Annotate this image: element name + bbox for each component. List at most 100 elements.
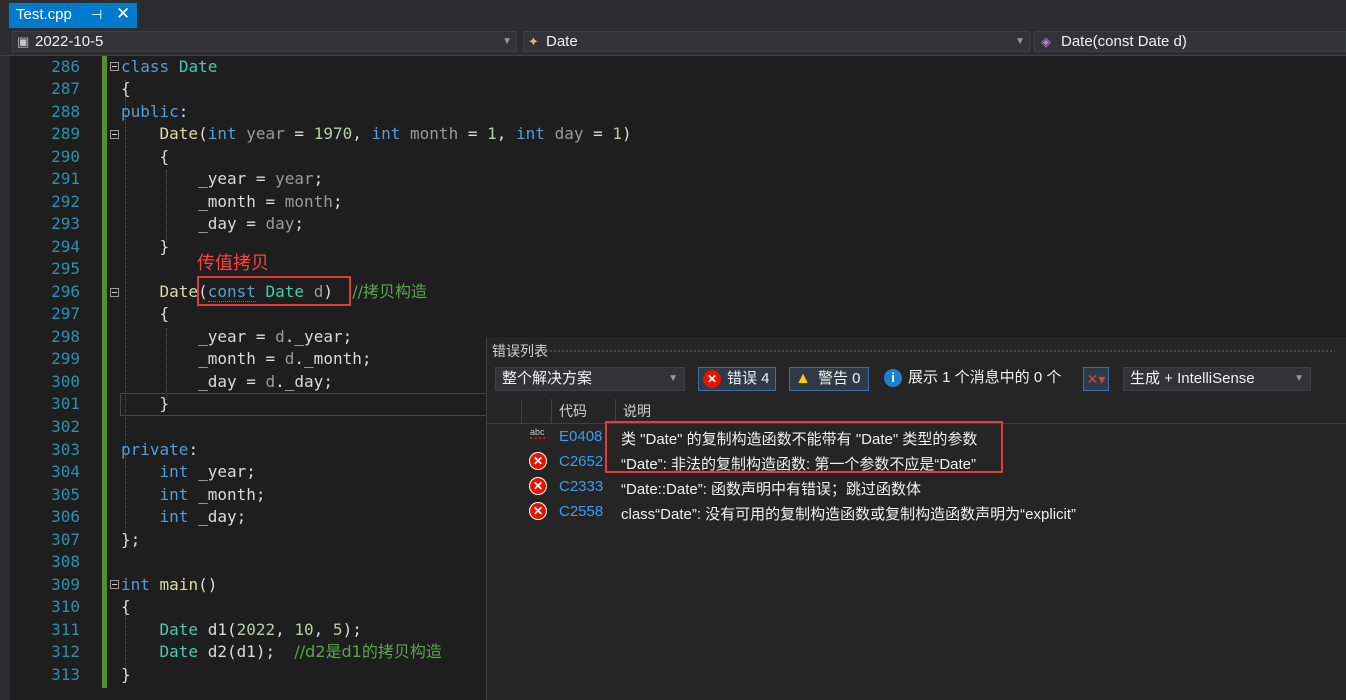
project-dropdown[interactable]: ▣ 2022-10-5 ▼ [12,31,517,52]
column-description[interactable]: 说明 [623,401,651,421]
error-code[interactable]: C2558 [559,503,603,520]
class-dropdown[interactable]: ✦ Date ▼ [523,31,1030,52]
code-line: public: [121,102,189,121]
class-label: Date [546,33,578,50]
code-line: { [121,304,170,323]
navigation-bar: ▣ 2022-10-5 ▼ ✦ Date ▼ ◈ Date(const Date… [0,28,1346,56]
warnings-count: 警告 0 [818,370,861,387]
chevron-down-icon: ▼ [1294,373,1304,384]
line-number: 297 [51,304,80,323]
line-number: 294 [51,237,80,256]
line-number: 290 [51,147,80,166]
annotation-highlight-box [605,421,1003,473]
pin-icon[interactable]: ⊣ [91,3,102,27]
errors-filter-button[interactable]: ✕ 错误 4 [698,367,776,391]
chevron-down-icon: ▼ [1015,36,1025,47]
code-comment: //拷贝构造 [352,282,428,301]
line-number: 304 [51,462,80,481]
line-number: 287 [51,79,80,98]
line-number: 300 [51,372,80,391]
code-line: int main() [121,575,218,594]
code-comment: //d2是d1的拷贝构造 [294,642,442,661]
code-line: } [121,665,131,684]
line-number: 311 [51,620,80,639]
error-code[interactable]: C2652 [559,453,603,470]
intellisense-error-icon: abc [530,427,545,439]
line-number: 302 [51,417,80,436]
panel-title: 错误列表 [492,343,548,359]
close-icon[interactable]: ✕ [116,2,130,26]
line-number: 303 [51,440,80,459]
line-number: 296 [51,282,80,301]
left-margin-strip [0,56,10,700]
line-number: 299 [51,349,80,368]
code-line: Date d2(d1); //d2是d1的拷贝构造 [159,642,442,661]
messages-filter-button[interactable]: i 展示 1 个消息中的 0 个 [884,367,1061,391]
error-icon: ✕ [703,370,721,388]
error-description: “Date::Date”: 函数声明中有错误；跳过函数体 [621,481,922,498]
scope-label: 整个解决方案 [502,370,593,387]
code-line: }; [121,530,141,549]
method-icon: ◈ [1041,34,1051,49]
code-line: _day = day; [198,214,305,233]
scope-dropdown[interactable]: 整个解决方案 ▼ [495,367,685,391]
error-icon: ✕ [529,477,547,495]
code-line: _year = year; [198,169,324,188]
class-icon: ✦ [528,34,539,49]
annotation-label: 传值拷贝 [197,253,269,273]
code-line: int _day; [159,507,247,526]
line-number: 289 [51,124,80,143]
code-line: _month = d._month; [198,349,372,368]
annotation-highlight-box [197,276,351,306]
source-dropdown[interactable]: 生成 + IntelliSense ▼ [1123,367,1311,391]
line-number: 313 [51,665,80,684]
project-label: 2022-10-5 [35,33,104,50]
code-line: private: [121,440,199,459]
line-number: 308 [51,552,80,571]
member-dropdown[interactable]: ◈ Date(const Date d) [1034,31,1346,52]
code-line: _year = d._year; [198,327,353,346]
code-line: { [121,597,131,616]
line-number: 306 [51,507,80,526]
tab-test-cpp[interactable]: Test.cpp ⊣ ✕ [9,3,137,28]
code-line: { [121,147,170,166]
member-label: Date(const Date d) [1061,33,1187,50]
error-row[interactable]: ✕ C2333 “Date::Date”: 函数声明中有错误；跳过函数体 [487,475,1346,500]
warning-icon: ▲ [795,370,811,387]
error-icon: ✕ [529,452,547,470]
messages-count: 展示 1 个消息中的 0 个 [908,369,1062,386]
warnings-filter-button[interactable]: ▲ 警告 0 [789,367,869,391]
line-number: 305 [51,485,80,504]
error-icon: ✕ [529,502,547,520]
line-number: 295 [51,259,80,278]
chevron-down-icon: ▼ [668,373,678,384]
tab-title: Test.cpp [16,6,72,23]
errors-count: 错误 4 [727,370,770,387]
code-line: } [121,237,170,256]
column-code[interactable]: 代码 [559,401,587,421]
line-number: 286 [51,57,80,76]
line-number: 312 [51,642,80,661]
error-row[interactable]: ✕ C2558 class“Date”: 没有可用的复制构造函数或复制构造函数声… [487,500,1346,525]
code-line: int _year; [159,462,256,481]
code-line: Date(int year = 1970, int month = 1, int… [159,124,632,143]
line-number: 301 [51,394,80,413]
document-tab-bar: Test.cpp ⊣ ✕ [0,0,1346,28]
code-line: } [121,394,170,413]
panel-drag-grip[interactable] [545,349,1335,353]
line-number: 310 [51,597,80,616]
source-label: 生成 + IntelliSense [1130,370,1255,387]
chevron-down-icon: ▼ [502,36,512,47]
code-line: _month = month; [198,192,343,211]
info-icon: i [884,369,902,387]
error-description: class“Date”: 没有可用的复制构造函数或复制构造函数声明为“expli… [621,506,1077,523]
line-number: 291 [51,169,80,188]
error-code[interactable]: E0408 [559,428,602,445]
code-line: class Date [121,57,218,76]
filter-icon[interactable]: ✕▾ [1083,367,1109,391]
line-number: 292 [51,192,80,211]
error-code[interactable]: C2333 [559,478,603,495]
project-icon: ▣ [17,34,30,49]
line-number: 307 [51,530,80,549]
line-number: 309 [51,575,80,594]
